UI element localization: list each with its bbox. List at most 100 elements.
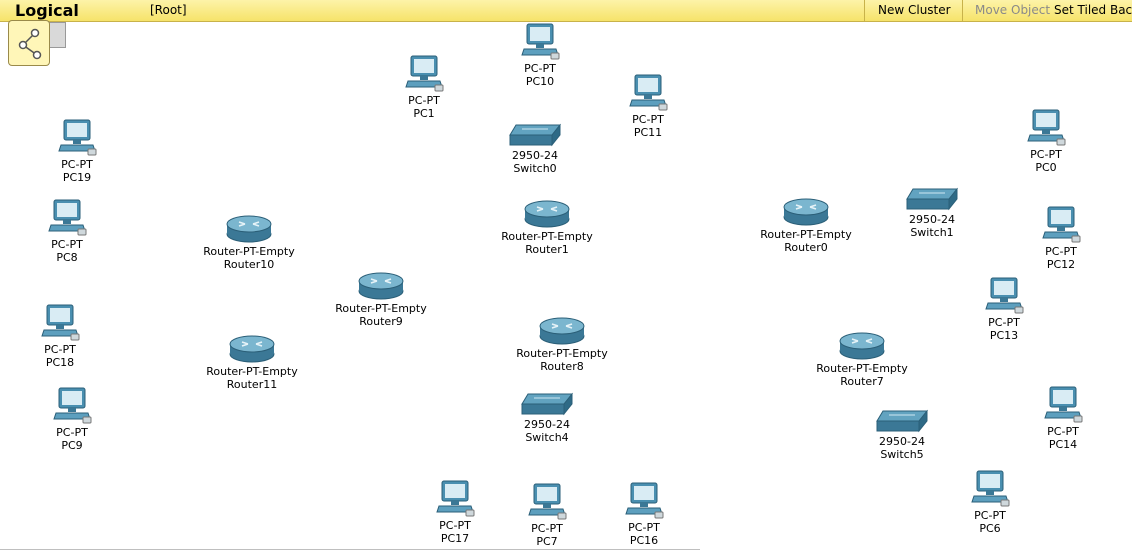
device-pc16[interactable]: PC-PT PC16 — [574, 481, 714, 547]
set-tiled-background-button[interactable]: Set Tiled Back — [1054, 3, 1132, 17]
pc-icon — [53, 387, 92, 424]
device-model-label: 2950-24 — [909, 213, 955, 226]
device-pc14[interactable]: PC-PT PC14 — [993, 385, 1132, 451]
device-model-label: Router-PT-Empty — [203, 245, 295, 258]
device-name-label: Switch0 — [513, 162, 557, 175]
device-name-label: PC1 — [413, 107, 435, 120]
router-icon — [229, 335, 275, 363]
pc-icon — [41, 304, 80, 341]
router-icon — [524, 200, 570, 228]
device-name-label: Router1 — [525, 243, 569, 256]
device-name-label: Router8 — [540, 360, 584, 373]
device-switch0[interactable]: 2950-24 Switch0 — [465, 123, 605, 175]
device-name-label: PC19 — [62, 171, 92, 184]
device-name-label: PC8 — [56, 251, 78, 264]
device-pc6[interactable]: PC-PT PC6 — [920, 469, 1060, 535]
device-name-label: PC18 — [45, 356, 75, 369]
device-model-label: Router-PT-Empty — [516, 347, 608, 360]
device-model-label: Router-PT-Empty — [760, 228, 852, 241]
device-router9[interactable]: Router-PT-Empty Router9 — [311, 270, 451, 328]
device-model-label: PC-PT — [408, 94, 440, 107]
pc-icon — [436, 480, 475, 517]
device-model-label: PC-PT — [44, 343, 76, 356]
device-router7[interactable]: Router-PT-Empty Router7 — [792, 330, 932, 388]
device-model-label: 2950-24 — [879, 435, 925, 448]
device-name-label: PC6 — [979, 522, 1001, 535]
switch-icon — [906, 187, 959, 211]
router-icon — [358, 272, 404, 300]
device-switch5[interactable]: 2950-24 Switch5 — [832, 409, 972, 461]
toolbar-divider — [864, 0, 865, 21]
pc-icon — [985, 277, 1024, 314]
router-icon — [226, 215, 272, 243]
device-model-label: Router-PT-Empty — [501, 230, 593, 243]
device-pc12[interactable]: PC-PT PC12 — [991, 205, 1131, 271]
device-router10[interactable]: Router-PT-Empty Router10 — [179, 213, 319, 271]
workspace-mode-title: Logical — [15, 1, 79, 20]
device-name-label: Switch1 — [910, 226, 954, 239]
device-model-label: PC-PT — [628, 521, 660, 534]
router-icon — [783, 198, 829, 226]
device-switch4[interactable]: 2950-24 Switch4 — [477, 392, 617, 444]
device-name-label: Switch4 — [525, 431, 569, 444]
device-router8[interactable]: Router-PT-Empty Router8 — [492, 315, 632, 373]
device-name-label: Switch5 — [880, 448, 924, 461]
device-name-label: PC12 — [1046, 258, 1076, 271]
device-model-label: 2950-24 — [524, 418, 570, 431]
logical-toolbar: Logical [Root] New Cluster Move Object S… — [0, 0, 1132, 22]
router-icon — [539, 317, 585, 345]
device-model-label: PC-PT — [51, 238, 83, 251]
pc-icon — [1027, 109, 1066, 146]
device-router11[interactable]: Router-PT-Empty Router11 — [182, 333, 322, 391]
device-name-label: Router10 — [223, 258, 275, 271]
device-model-label: PC-PT — [1047, 425, 1079, 438]
device-name-label: PC16 — [629, 534, 659, 547]
device-switch1[interactable]: 2950-24 Switch1 — [862, 187, 1002, 239]
pc-icon — [1042, 206, 1081, 243]
device-name-label: Router9 — [359, 315, 403, 328]
device-model-label: PC-PT — [61, 158, 93, 171]
device-model-label: Router-PT-Empty — [335, 302, 427, 315]
device-pc9[interactable]: PC-PT PC9 — [2, 386, 142, 452]
pc-icon — [405, 55, 444, 92]
router-icon — [839, 332, 885, 360]
device-model-label: Router-PT-Empty — [816, 362, 908, 375]
device-pc19[interactable]: PC-PT PC19 — [7, 118, 147, 184]
move-object-button[interactable]: Move Object — [975, 3, 1050, 17]
device-model-label: PC-PT — [1030, 148, 1062, 161]
pc-icon — [521, 23, 560, 60]
device-name-label: PC13 — [989, 329, 1019, 342]
device-pc18[interactable]: PC-PT PC18 — [0, 303, 130, 369]
device-model-label: PC-PT — [988, 316, 1020, 329]
device-pc0[interactable]: PC-PT PC0 — [976, 108, 1116, 174]
pc-icon — [1044, 386, 1083, 423]
switch-icon — [521, 392, 574, 416]
device-model-label: Router-PT-Empty — [206, 365, 298, 378]
device-name-label: PC0 — [1035, 161, 1057, 174]
device-name-label: PC14 — [1048, 438, 1078, 451]
device-model-label: 2950-24 — [512, 149, 558, 162]
device-pc13[interactable]: PC-PT PC13 — [934, 276, 1074, 342]
device-router1[interactable]: Router-PT-Empty Router1 — [477, 198, 617, 256]
pc-icon — [971, 470, 1010, 507]
switch-icon — [876, 409, 929, 433]
device-model-label: PC-PT — [974, 509, 1006, 522]
device-pc1[interactable]: PC-PT PC1 — [354, 54, 494, 120]
device-name-label: Router7 — [840, 375, 884, 388]
device-name-label: PC9 — [61, 439, 83, 452]
pc-icon — [625, 482, 664, 519]
device-name-label: Router11 — [226, 378, 278, 391]
logical-workspace[interactable]: PC-PT PC10 PC-PT PC1 PC-PT PC11 PC-PT PC… — [0, 22, 1132, 552]
breadcrumb[interactable]: [Root] — [150, 3, 187, 17]
new-cluster-button[interactable]: New Cluster — [878, 3, 951, 17]
pc-icon — [528, 483, 567, 520]
toolbar-divider — [962, 0, 963, 21]
switch-icon — [509, 123, 562, 147]
device-router0[interactable]: Router-PT-Empty Router0 — [736, 196, 876, 254]
workspace-bottom-border — [0, 549, 700, 550]
device-model-label: PC-PT — [1045, 245, 1077, 258]
pc-icon — [58, 119, 97, 156]
device-name-label: Router0 — [784, 241, 828, 254]
pc-icon — [48, 199, 87, 236]
device-pc8[interactable]: PC-PT PC8 — [0, 198, 137, 264]
